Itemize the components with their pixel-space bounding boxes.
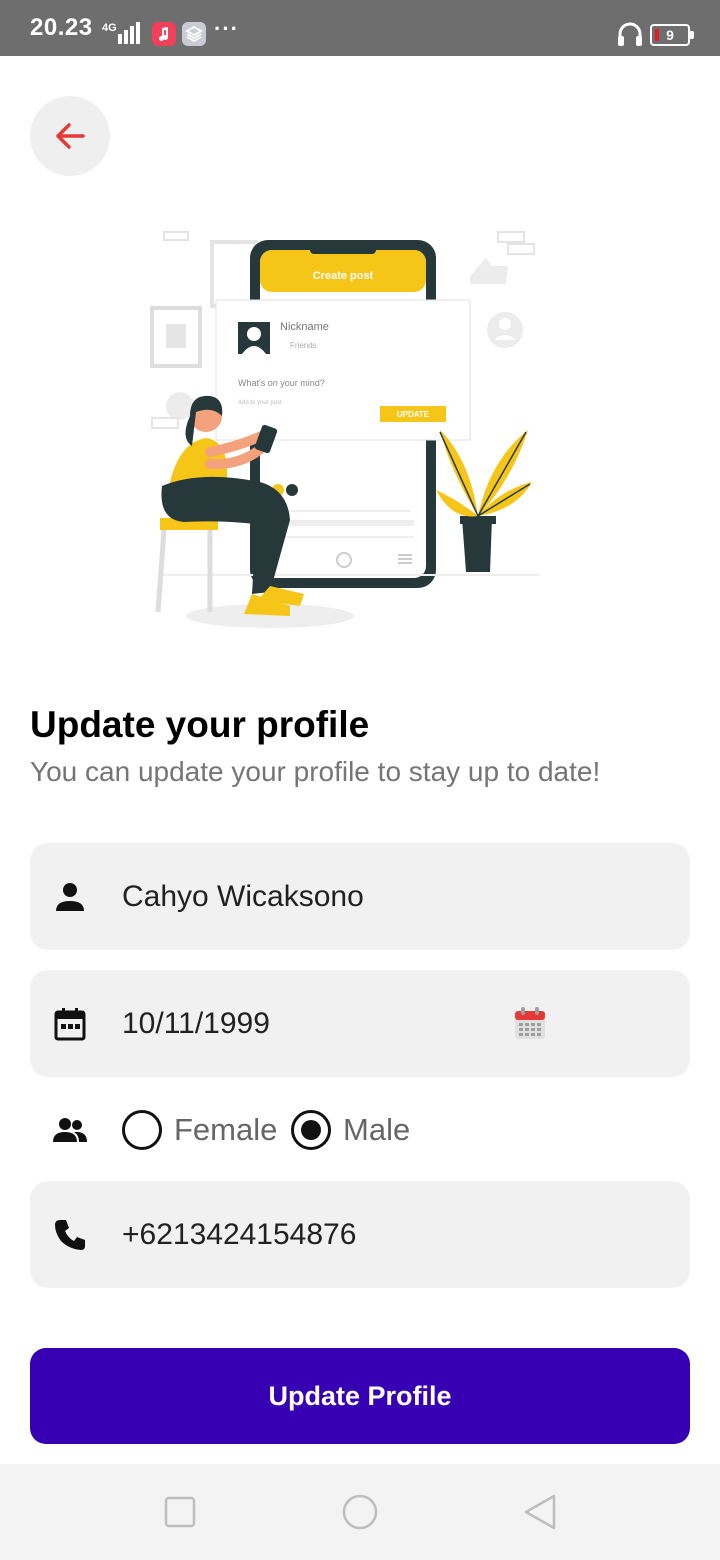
profile-illustration: Create post Nickname Friends What's on y…: [150, 231, 540, 628]
back-icon[interactable]: [520, 1492, 560, 1532]
illustration-add-to-post: Add to your post: [238, 400, 282, 406]
music-app-icon: [152, 22, 176, 46]
illustration-audience: Friends: [290, 341, 317, 350]
status-time: 20.23: [30, 14, 93, 41]
calendar-picker-icon[interactable]: [514, 1006, 546, 1040]
name-field[interactable]: Cahyo Wicaksono: [30, 843, 690, 950]
more-dots-icon: ···: [214, 16, 239, 41]
male-radio-selected-dot: [301, 1120, 321, 1140]
network-type: 4G: [102, 22, 117, 34]
arrow-left-icon: [56, 123, 85, 149]
birthdate-value[interactable]: 10/11/1999: [122, 1007, 270, 1041]
person-icon: [56, 883, 84, 911]
phone-value[interactable]: +6213424154876: [122, 1218, 356, 1252]
name-value[interactable]: Cahyo Wicaksono: [122, 880, 364, 914]
phone-icon: [55, 1220, 85, 1250]
illustration-update-label: UPDATE: [397, 410, 430, 419]
signal-icon: [118, 22, 140, 44]
recent-apps-icon[interactable]: [160, 1492, 200, 1532]
headset-icon: [618, 22, 642, 46]
status-bar: 20.23 4G ··· 9: [0, 0, 720, 56]
page-title: Update your profile: [30, 704, 370, 745]
page-subtitle: You can update your profile to stay up t…: [30, 756, 601, 787]
back-button[interactable]: [30, 96, 110, 176]
battery-level: 9: [666, 27, 674, 43]
people-icon: [53, 1118, 87, 1142]
update-profile-button[interactable]: Update Profile: [30, 1348, 690, 1444]
female-radio[interactable]: [122, 1110, 162, 1150]
male-radio[interactable]: [291, 1110, 331, 1150]
gender-group: Female Male: [30, 1100, 690, 1160]
battery-icon: 9: [650, 24, 694, 46]
stack-app-icon: [182, 22, 206, 46]
illustration-prompt: What's on your mind?: [238, 378, 325, 388]
birthdate-field[interactable]: 10/11/1999: [30, 970, 690, 1077]
system-nav-bar: [0, 1464, 720, 1560]
male-label[interactable]: Male: [343, 1112, 410, 1148]
female-label[interactable]: Female: [174, 1112, 277, 1148]
phone-field[interactable]: +6213424154876: [30, 1181, 690, 1288]
illustration-nickname: Nickname: [280, 321, 329, 333]
illustration-post-title: Create post: [313, 270, 374, 282]
home-icon[interactable]: [340, 1492, 380, 1532]
calendar-icon: [54, 1008, 86, 1041]
